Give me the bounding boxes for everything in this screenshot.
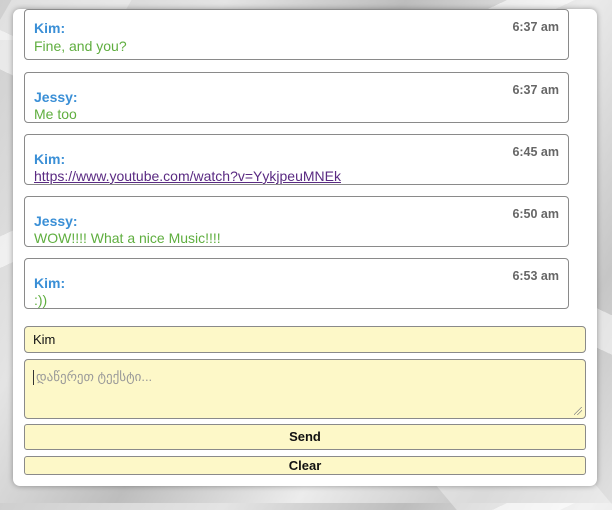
message-item: Jessy: 6:37 am Me too	[24, 72, 569, 123]
message-textarea[interactable]: დაწერეთ ტექსტი...	[24, 359, 586, 419]
message-author: Kim:	[34, 20, 66, 36]
message-text: Fine, and you?	[34, 38, 127, 54]
text-caret	[33, 370, 34, 386]
message-link[interactable]: https://www.youtube.com/watch?v=YykjpeuM…	[34, 168, 341, 184]
clear-button[interactable]: Clear	[24, 456, 586, 475]
message-item: Jessy: 6:50 am WOW!!!! What a nice Music…	[24, 196, 569, 247]
message-item: Kim: 6:45 am https://www.youtube.com/wat…	[24, 134, 569, 185]
message-item: Kim: 6:53 am :))	[24, 258, 569, 309]
message-placeholder: დაწერეთ ტექსტი...	[36, 369, 153, 384]
message-time: 6:53 am	[512, 269, 559, 283]
message-list[interactable]: Kim: 6:37 am Fine, and you? Jessy: 6:37 …	[23, 9, 586, 321]
message-time: 6:37 am	[512, 83, 559, 97]
send-button[interactable]: Send	[24, 424, 586, 450]
resize-grip-icon[interactable]	[574, 407, 582, 415]
message-author: Jessy:	[34, 89, 78, 105]
message-item: Kim: 6:37 am Fine, and you?	[24, 9, 569, 60]
message-time: 6:37 am	[512, 20, 559, 34]
name-input[interactable]: Kim	[24, 326, 586, 353]
message-author: Kim:	[34, 151, 66, 167]
message-author: Kim:	[34, 275, 66, 291]
message-text: Me too	[34, 106, 77, 122]
message-text: WOW!!!! What a nice Music!!!!	[34, 230, 221, 246]
chat-panel: Kim: 6:37 am Fine, and you? Jessy: 6:37 …	[13, 9, 597, 486]
message-time: 6:50 am	[512, 207, 559, 221]
message-time: 6:45 am	[512, 145, 559, 159]
message-text: :))	[34, 292, 48, 308]
message-author: Jessy:	[34, 213, 78, 229]
